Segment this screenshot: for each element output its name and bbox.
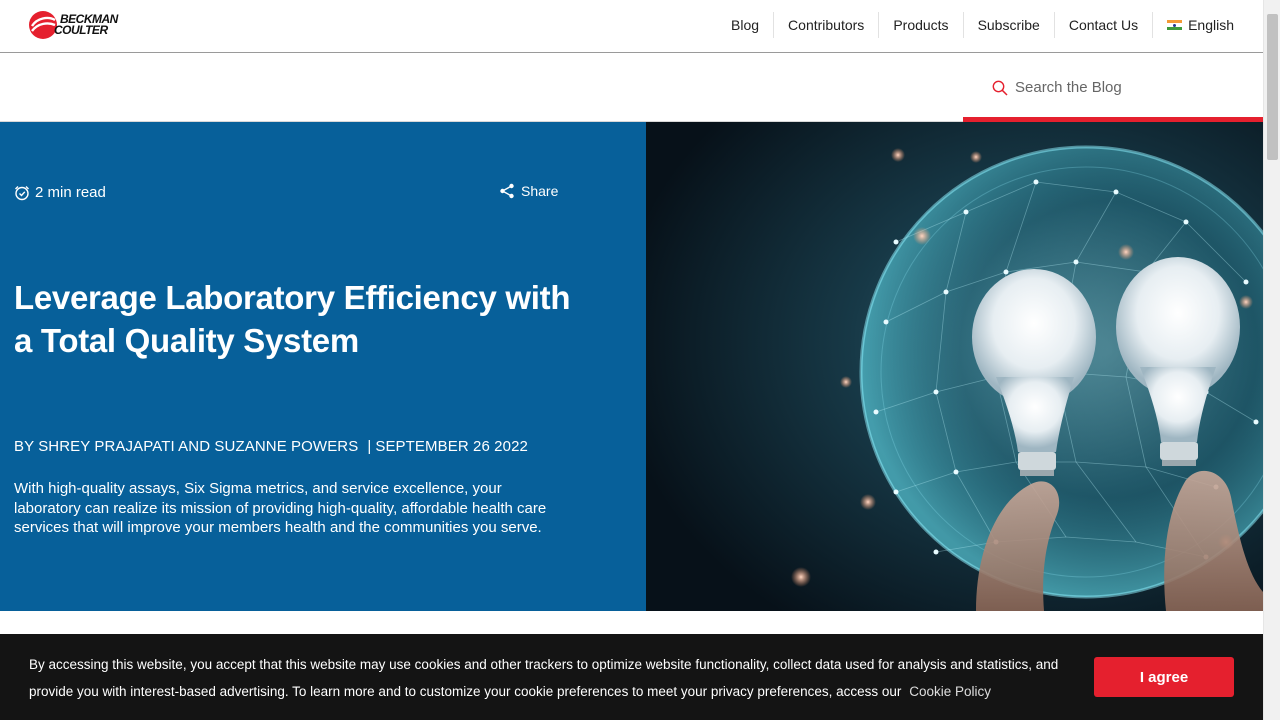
article-byline: BY SHREY PRAJAPATI AND SUZANNE POWERS | SE… [14,438,528,455]
read-time: 2 min read [14,184,106,201]
search-bar [963,53,1263,122]
agree-button[interactable]: I agree [1094,657,1234,697]
article-authors: BY SHREY PRAJAPATI AND SUZANNE POWERS [14,438,359,455]
scrollbar-thumb[interactable] [1267,14,1278,160]
share-button[interactable]: Share [499,183,558,199]
cookie-policy-link[interactable]: Cookie Policy [909,684,991,699]
glowing-globe-lightbulbs-illustration [646,122,1263,611]
page-scrollbar[interactable] [1263,0,1280,720]
logo-wordmark: BECKMAN COULTER [54,12,118,37]
nav-contributors[interactable]: Contributors [773,12,878,38]
nav-blog[interactable]: Blog [717,12,773,38]
beckman-coulter-logo[interactable]: BECKMAN COULTER [28,10,118,40]
cookie-text: By accessing this website, you accept th… [29,657,1059,699]
nav-products[interactable]: Products [878,12,962,38]
hero-panel: 2 min read Share Leverage Laboratory Eff… [0,122,646,611]
article-title: Leverage Laboratory Efficiency with a To… [14,279,571,359]
article-summary: With high-quality assays, Six Sigma metr… [14,480,547,536]
alarm-clock-icon [15,185,29,200]
share-label: Share [521,183,559,199]
cookie-banner: By accessing this website, you accept th… [0,634,1263,720]
share-icon [500,183,514,199]
article-date: SEPTEMBER 26 2022 [375,438,528,455]
read-time-label: 2 min read [35,184,106,201]
hero-image [646,122,1263,611]
cookie-message: By accessing this website, you accept th… [29,651,1089,705]
search-input[interactable] [1015,75,1245,99]
language-label: English [1188,17,1234,33]
language-selector[interactable]: English [1152,12,1248,38]
nav-contact-us[interactable]: Contact Us [1053,12,1152,38]
search-icon[interactable] [992,80,1008,96]
nav-subscribe[interactable]: Subscribe [962,12,1054,38]
india-flag-icon [1167,20,1183,30]
main-nav: Blog Contributors Products Subscribe Con… [717,12,1248,38]
top-header: BECKMAN COULTER Blog Contributors Produc… [0,0,1263,53]
